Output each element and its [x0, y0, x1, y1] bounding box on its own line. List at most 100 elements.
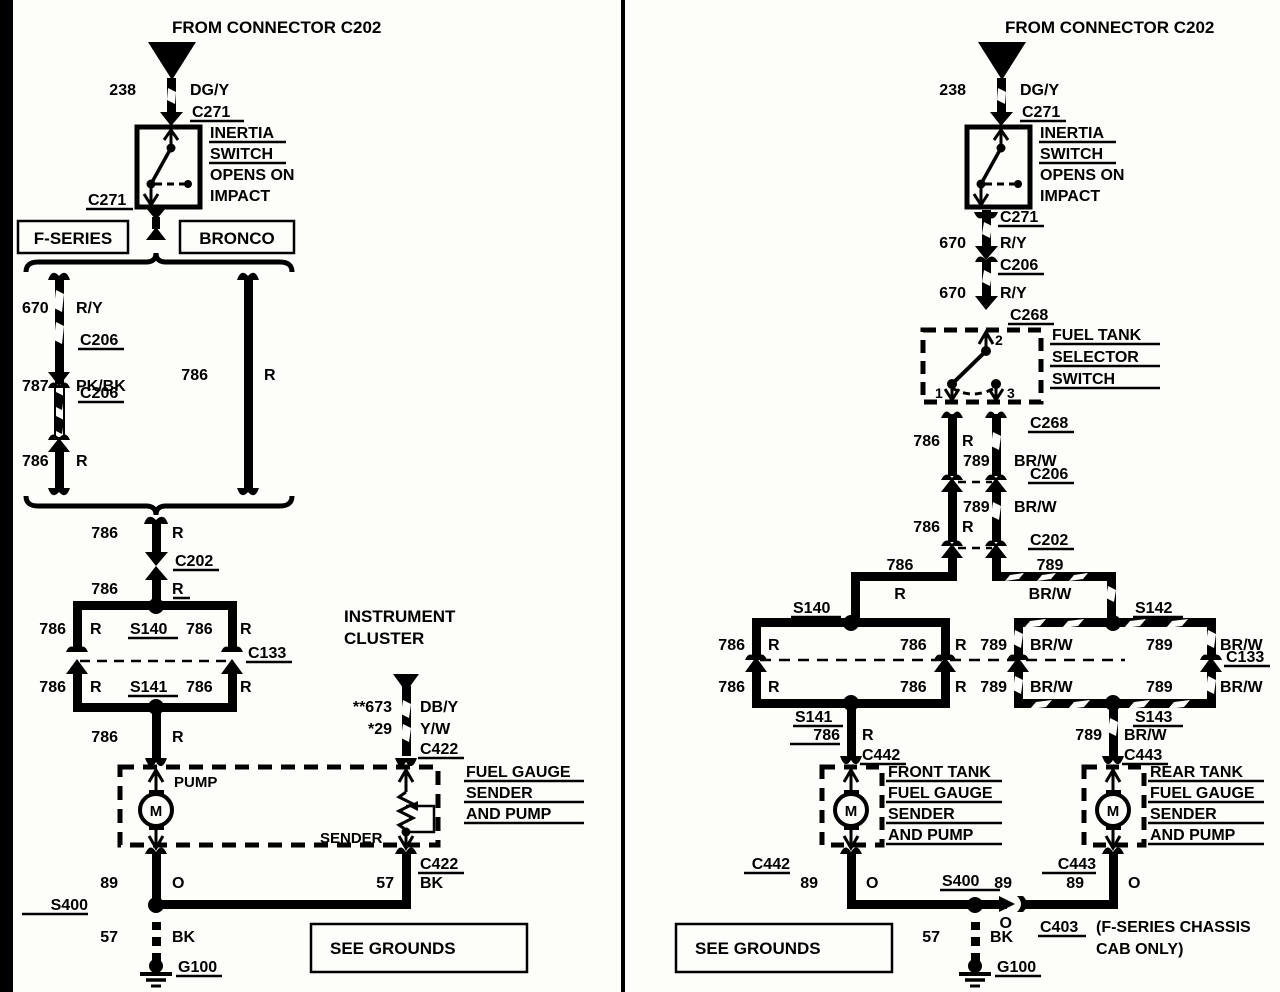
right-inertia-text-4: IMPACT — [1040, 188, 1100, 205]
left-ground-id: G100 — [178, 959, 217, 976]
left-pump-label: PUMP — [174, 774, 217, 791]
right-ground-bus-left — [847, 900, 1007, 909]
right-rear-tank-title-4: AND PUMP — [1150, 827, 1236, 844]
left-wire-57-to-ground — [152, 922, 161, 962]
right-s140-left-num: 786 — [718, 637, 745, 654]
left-s141-right-number: 786 — [186, 679, 213, 696]
wiring-diagram-page: FROM CONNECTOR C202 N 238 DG/Y C271 INER… — [0, 0, 1280, 992]
right-wire-786i-color: R — [862, 727, 874, 744]
left-inertia-text-3: OPENS ON — [210, 167, 294, 184]
left-wire-670-color: R/Y — [76, 300, 103, 317]
right-ground-node-dot — [968, 959, 982, 973]
right-s141-left-color: R — [768, 679, 780, 696]
right-s142-left-color: BR/W — [1030, 637, 1074, 654]
left-s140-right-color: R — [240, 621, 252, 638]
right-front-pump-motor-letter: M — [845, 803, 858, 820]
right-wire-238-number: 238 — [939, 82, 966, 99]
left-inertia-pivot-dot — [166, 143, 176, 153]
right-selector-pin1-label: 1 — [935, 385, 943, 401]
left-wire-786-to-pump — [152, 710, 161, 758]
right-s140-left-leg — [752, 618, 761, 658]
right-splice-s140-label: S140 — [793, 600, 830, 617]
right-wire-786c-number: 786 — [887, 557, 914, 574]
right-s143-right-color: BR/W — [1220, 679, 1264, 696]
left-s140-right-number: 786 — [186, 621, 213, 638]
right-wire-89a-number: 89 — [800, 875, 818, 892]
right-rear-tank-title-1: REAR TANK — [1150, 764, 1243, 781]
left-inertia-text-1: INERTIA — [210, 125, 274, 142]
right-splice-s400-label: S400 — [942, 873, 979, 890]
left-connector-c206-top: C206 — [80, 332, 118, 349]
left-fuel-gauge-title-1: FUEL GAUGE — [466, 764, 571, 781]
left-source-node-letter: N — [166, 51, 178, 68]
right-selector-title-1: FUEL TANK — [1052, 327, 1142, 344]
right-connector-c268-top: C268 — [1010, 307, 1048, 324]
left-wire-57-color: BK — [420, 875, 444, 892]
right-connector-c271-top: C271 — [1022, 104, 1060, 121]
left-wire-786i-color: R — [172, 729, 184, 746]
right-ground-id: G100 — [997, 959, 1036, 976]
right-wire-57-gap1 — [971, 930, 980, 937]
right-s141-bus-right — [852, 699, 950, 708]
left-wire-673-number: **673 — [353, 699, 392, 716]
left-connector-c422-top: C422 — [420, 741, 458, 758]
left-wire-786-bronco-number: 786 — [181, 367, 208, 384]
right-connector-c442-top: C442 — [862, 747, 900, 764]
left-wire-673-29 — [402, 686, 411, 756]
right-source-label: FROM CONNECTOR C202 — [1005, 18, 1214, 37]
left-s140-right-leg — [228, 601, 237, 651]
right-s142-bus-right — [1108, 618, 1216, 627]
right-wire-789c-number: 789 — [1037, 557, 1064, 574]
right-connector-c206-upper: C206 — [1000, 257, 1038, 274]
right-wire-789b-number: 789 — [963, 499, 990, 516]
left-wire-786a — [55, 450, 64, 492]
right-wire-786b-color: R — [962, 519, 974, 536]
left-splice-s140-dot — [148, 598, 164, 614]
left-instrument-cluster-line2: CLUSTER — [344, 629, 424, 648]
right-s141-right-num: 786 — [900, 679, 927, 696]
right-wire-89-rear — [1109, 852, 1118, 906]
right-wire-57-to-ground — [971, 922, 980, 962]
left-connector-c271-top: C271 — [192, 104, 230, 121]
right-ground-bus-right — [1022, 900, 1118, 909]
right-selector-title-3: SWITCH — [1052, 371, 1115, 388]
right-s140-right-leg — [941, 618, 950, 658]
left-s141-left-number: 786 — [39, 679, 66, 696]
right-connector-c268-bottom: C268 — [1030, 415, 1068, 432]
diagram-canvas: FROM CONNECTOR C202 N 238 DG/Y C271 INER… — [0, 0, 1280, 992]
left-wire-786c-color: R — [172, 525, 184, 542]
right-wire-89c-color: O — [1128, 875, 1140, 892]
left-bronco-label: BRONCO — [199, 229, 275, 248]
left-wire-786c-number: 786 — [91, 525, 118, 542]
left-wire-29-color: Y/W — [420, 721, 451, 738]
left-ground-node-dot — [149, 959, 163, 973]
left-wire-670-number: 670 — [22, 300, 49, 317]
left-splice-s400-label: S400 — [51, 897, 88, 914]
left-wire-29-number: *29 — [368, 721, 392, 738]
right-inertia-text-3: OPENS ON — [1040, 167, 1124, 184]
right-s140-right-color: R — [955, 637, 967, 654]
right-selector-pin3-label: 3 — [1007, 385, 1015, 401]
left-wire-57-number: 57 — [376, 875, 394, 892]
left-wire-786-bronco-color: R — [264, 367, 276, 384]
right-wire-670a-number: 670 — [939, 235, 966, 252]
right-s141-left-num: 786 — [718, 679, 745, 696]
left-wire-57b-number: 57 — [100, 929, 118, 946]
right-s140-bus-right — [852, 618, 950, 627]
right-s143-bus-right — [1108, 699, 1216, 708]
right-chassis-note-2: CAB ONLY) — [1096, 941, 1183, 958]
right-wire-789c-color: BR/W — [1029, 586, 1073, 603]
left-fuel-gauge-title-3: AND PUMP — [466, 806, 552, 823]
left-s141-right-color: R — [240, 679, 252, 696]
right-front-tank-title-4: AND PUMP — [888, 827, 974, 844]
right-wire-786a — [948, 414, 957, 476]
right-s143-bus-left — [1014, 699, 1108, 708]
right-wire-789h-color: BR/W — [1124, 727, 1168, 744]
left-wire-673-color: DB/Y — [420, 699, 459, 716]
left-inertia-text-4: IMPACT — [210, 188, 270, 205]
left-s140-left-leg — [73, 601, 82, 651]
left-wire-786-merged — [152, 520, 161, 556]
right-s143-right-num: 789 — [1146, 679, 1173, 696]
left-wire-786d-number: 786 — [91, 581, 118, 598]
right-s143-left-num: 789 — [980, 679, 1007, 696]
